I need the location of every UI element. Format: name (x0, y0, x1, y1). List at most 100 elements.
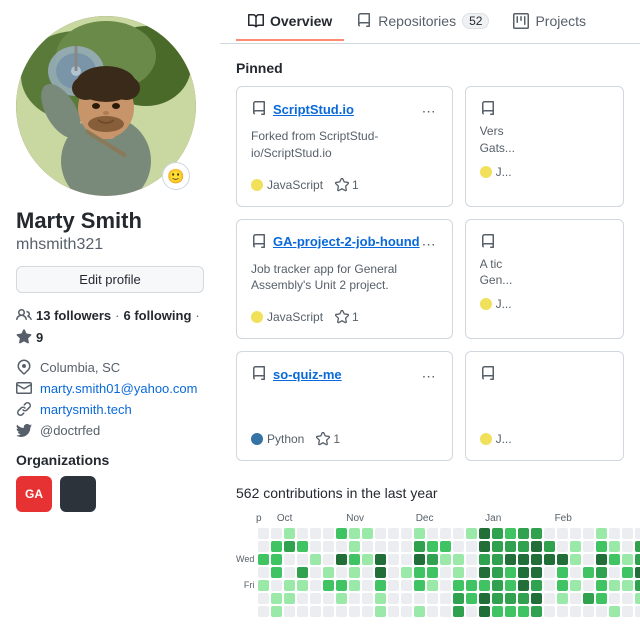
card-footer-2: Python 1 (251, 432, 438, 446)
lang-label-1: JavaScript (267, 310, 323, 324)
day-cell (583, 528, 594, 539)
day-cell (310, 606, 321, 617)
day-cell (557, 580, 568, 591)
following-link[interactable]: 6 following (124, 308, 192, 323)
day-cell (479, 541, 490, 552)
week-col (570, 528, 581, 617)
day-cell (479, 593, 490, 604)
repo-card-icon-2 (251, 366, 267, 382)
star-outline-icon-1 (335, 310, 349, 324)
day-cell (479, 580, 490, 591)
day-cell (271, 606, 282, 617)
day-cell (492, 580, 503, 591)
week-col (479, 528, 490, 617)
day-cell (284, 554, 295, 565)
week-col (427, 528, 438, 617)
day-cell (284, 606, 295, 617)
day-cell (492, 528, 503, 539)
day-cell (609, 606, 620, 617)
day-cell (271, 580, 282, 591)
card-repo-name-2[interactable]: so-quiz-me (273, 367, 342, 382)
lang-badge-2: Python (251, 432, 304, 446)
month-label-dec: Dec (416, 513, 485, 524)
day-cell (401, 567, 412, 578)
avatar-emoji-button[interactable]: 🙂 (162, 162, 190, 190)
tab-projects[interactable]: Projects (501, 3, 598, 41)
lang-label-2: Python (267, 432, 304, 446)
day-cell (557, 606, 568, 617)
day-cell (570, 528, 581, 539)
day-cell (583, 580, 594, 591)
edit-profile-button[interactable]: Edit profile (16, 266, 204, 293)
day-cell (492, 554, 503, 565)
day-cell (596, 554, 607, 565)
week-col (518, 528, 529, 617)
repo-card-icon-right-2 (480, 366, 496, 382)
website-link[interactable]: martysmith.tech (40, 402, 132, 417)
tab-overview[interactable]: Overview (236, 3, 344, 41)
day-cell (596, 580, 607, 591)
stars-link[interactable]: 9 (36, 330, 43, 345)
profile-meta: Columbia, SC marty.smith01@yahoo.com mar… (16, 359, 204, 438)
card-repo-name-1[interactable]: GA-project-2-job-hound (273, 234, 420, 249)
day-cell (466, 593, 477, 604)
card-footer-right-1: J... (480, 297, 609, 311)
month-label-feb: Feb (555, 513, 624, 524)
tab-overview-label: Overview (270, 13, 332, 29)
day-cell (635, 554, 640, 565)
repositories-count: 52 (462, 13, 489, 29)
day-cell (466, 580, 477, 591)
day-cell (401, 606, 412, 617)
day-cell (440, 580, 451, 591)
org-ga[interactable]: GA (16, 476, 52, 512)
day-cell (505, 554, 516, 565)
day-cell (466, 554, 477, 565)
day-cell (401, 541, 412, 552)
day-cell (596, 528, 607, 539)
day-cell (518, 567, 529, 578)
day-cell (479, 528, 490, 539)
card-footer-0: JavaScript 1 (251, 178, 438, 192)
day-cell (310, 580, 321, 591)
day-cell (414, 593, 425, 604)
star-btn-2[interactable]: 1 (316, 432, 340, 446)
day-cell (440, 528, 451, 539)
day-cell (414, 541, 425, 552)
day-cell (492, 567, 503, 578)
contributions-title: 562 contributions in the last year (236, 485, 624, 501)
day-cell (596, 567, 607, 578)
day-cell (388, 580, 399, 591)
day-cell (375, 593, 386, 604)
followers-link[interactable]: 13 followers (36, 308, 111, 323)
week-col (414, 528, 425, 617)
star-outline-icon-0 (335, 178, 349, 192)
tab-repositories[interactable]: Repositories 52 (344, 3, 501, 41)
card-overflow-btn-1[interactable]: ⋯ (420, 234, 438, 255)
star-btn-1[interactable]: 1 (335, 310, 359, 324)
day-cell (414, 554, 425, 565)
day-cell (492, 593, 503, 604)
email-link[interactable]: marty.smith01@yahoo.com (40, 381, 197, 396)
card-overflow-btn-0[interactable]: ⋯ (420, 101, 438, 122)
sidebar: 🙂 Marty Smith mhsmith321 Edit profile 13… (0, 0, 220, 640)
day-cell (401, 593, 412, 604)
day-cell (492, 541, 503, 552)
day-cell (453, 541, 464, 552)
day-cell (284, 541, 295, 552)
card-footer-right-2: J... (480, 432, 609, 446)
day-cell (427, 567, 438, 578)
day-cell (349, 593, 360, 604)
org-dark[interactable] (60, 476, 96, 512)
day-cell (388, 554, 399, 565)
day-cell (596, 593, 607, 604)
day-cell (362, 593, 373, 604)
day-cell (362, 567, 373, 578)
card-overflow-btn-2[interactable]: ⋯ (420, 366, 438, 387)
day-cell (531, 528, 542, 539)
day-cell (466, 541, 477, 552)
day-cell (635, 567, 640, 578)
card-repo-name-0[interactable]: ScriptStud.io (273, 102, 354, 117)
orgs-list: GA (16, 476, 204, 512)
star-btn-0[interactable]: 1 (335, 178, 359, 192)
day-cell (622, 606, 633, 617)
